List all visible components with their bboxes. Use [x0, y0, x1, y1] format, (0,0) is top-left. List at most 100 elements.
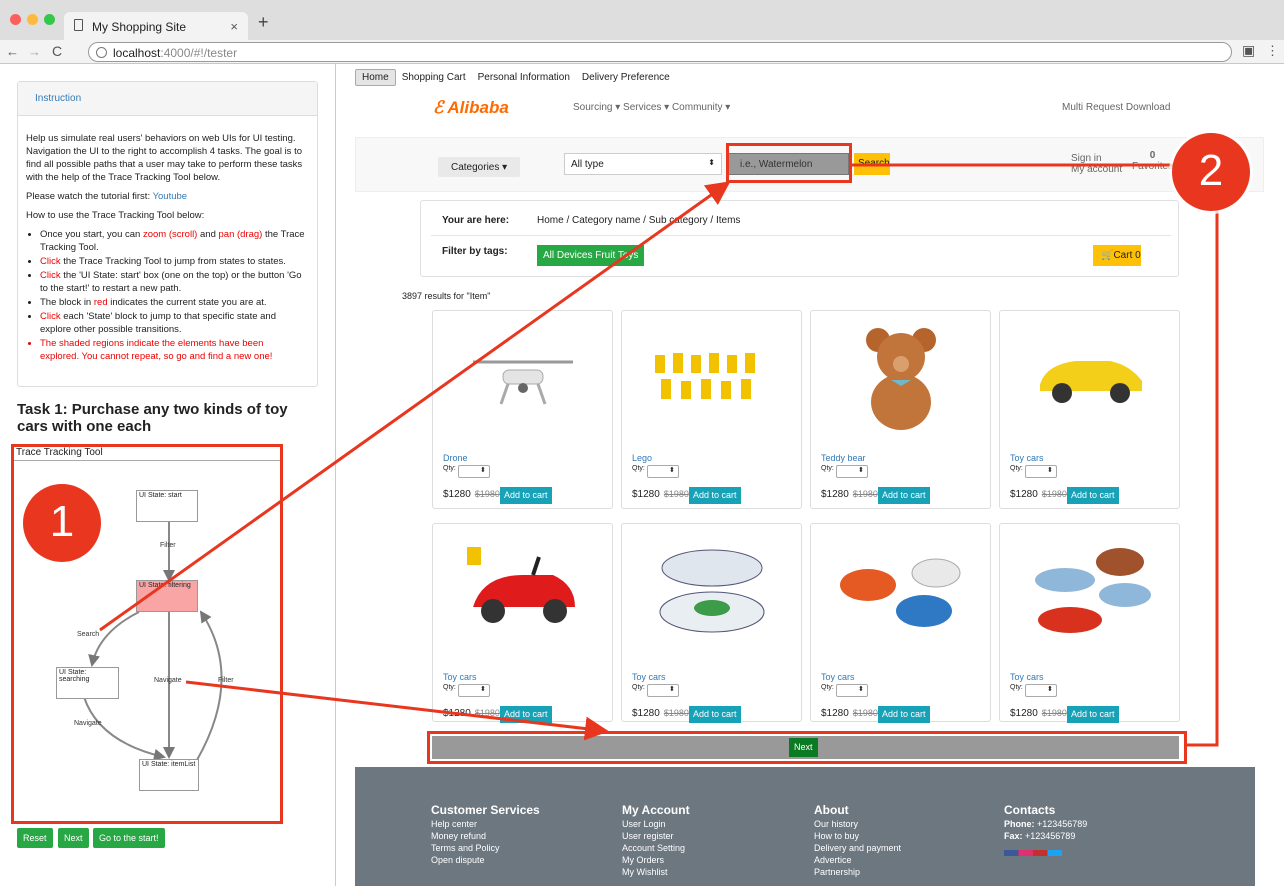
- footer-link[interactable]: Account Setting: [622, 842, 690, 854]
- tag-buttons[interactable]: All Devices Fruit Toys: [537, 245, 645, 266]
- highlight-search-input: [726, 143, 852, 183]
- product-image[interactable]: [453, 534, 593, 646]
- product-image[interactable]: [1020, 534, 1160, 646]
- nav-home[interactable]: Home: [355, 69, 396, 86]
- old-price: $1980: [1041, 708, 1067, 718]
- product-image[interactable]: [831, 321, 971, 433]
- product-image[interactable]: [642, 534, 782, 646]
- highlight: zoom (scroll): [142, 229, 198, 240]
- product-name[interactable]: Teddy bear: [821, 453, 866, 463]
- url-path: :4000/#!/tester: [160, 46, 238, 60]
- qty-select[interactable]: ⬍: [835, 684, 868, 697]
- top-links[interactable]: Multi Request Download: [1062, 102, 1170, 113]
- add-to-cart-button[interactable]: Add to cart: [1067, 706, 1119, 723]
- cart-button[interactable]: 🛒Cart 0: [1093, 245, 1141, 266]
- maximize-window-icon[interactable]: [44, 14, 55, 25]
- back-icon[interactable]: ←: [6, 44, 19, 59]
- qty-select[interactable]: ⬍: [457, 684, 490, 697]
- edge-search: [88, 611, 140, 667]
- new-tab-icon[interactable]: +: [258, 12, 269, 33]
- product-name[interactable]: Lego: [632, 453, 652, 463]
- state-start[interactable]: UI State: start: [136, 490, 198, 522]
- browser-tab[interactable]: My Shopping Site ×: [64, 12, 248, 40]
- close-tab-icon[interactable]: ×: [230, 19, 238, 34]
- qty-select[interactable]: ⬍: [1024, 465, 1057, 478]
- youtube-link[interactable]: Youtube: [153, 191, 188, 202]
- add-to-cart-button[interactable]: Add to cart: [689, 706, 741, 723]
- reset-button[interactable]: Reset: [17, 828, 53, 848]
- search-button[interactable]: Search: [854, 153, 890, 175]
- footer-link[interactable]: Open dispute: [431, 854, 540, 866]
- product-name[interactable]: Toy cars: [443, 672, 477, 682]
- product-card: Toy cars Qty: ⬍ $1280 $1980 Add to cart: [621, 523, 802, 723]
- site-menu[interactable]: Sourcing ▾ Services ▾ Community ▾: [573, 102, 730, 113]
- menu-icon[interactable]: ⋮: [1266, 43, 1279, 59]
- toy-cars-set-icon: [840, 558, 961, 627]
- qty-label: Qty:: [443, 684, 456, 691]
- price-row: $1280 $1980: [1010, 708, 1067, 719]
- social-icons[interactable]: [1004, 850, 1062, 856]
- add-to-cart-button[interactable]: Add to cart: [689, 487, 741, 504]
- qty-label: Qty:: [443, 465, 456, 472]
- signin-link[interactable]: Sign in My account: [1071, 153, 1122, 175]
- footer-link[interactable]: My Orders: [622, 854, 690, 866]
- profile-icon[interactable]: ▣: [1242, 42, 1255, 59]
- footer-link[interactable]: Delivery and payment: [814, 842, 901, 854]
- footer-link[interactable]: Help center: [431, 818, 540, 830]
- url-input[interactable]: localhost:4000/#!/tester: [88, 42, 1232, 62]
- site-info-icon[interactable]: [96, 47, 107, 58]
- product-name[interactable]: Toy cars: [821, 672, 855, 682]
- price: $1280: [443, 489, 471, 500]
- product-name[interactable]: Toy cars: [1010, 453, 1044, 463]
- add-to-cart-button[interactable]: Add to cart: [1067, 487, 1119, 504]
- qty-row: Qty: ⬍: [443, 684, 490, 697]
- product-image[interactable]: [453, 321, 593, 433]
- footer-link[interactable]: Partnership: [814, 866, 901, 878]
- footer-about: About Our history How to buy Delivery and …: [814, 804, 901, 878]
- product-image[interactable]: [831, 534, 971, 646]
- add-to-cart-button[interactable]: Add to cart: [878, 706, 930, 723]
- instruction-intro: Help us simulate real users' behaviors o…: [26, 133, 303, 183]
- footer-link[interactable]: Terms and Policy: [431, 842, 540, 854]
- product-name[interactable]: Drone: [443, 453, 468, 463]
- favorites-link[interactable]: 0 Favorites: [1132, 150, 1173, 172]
- qty-select[interactable]: ⬍: [646, 684, 679, 697]
- nav-personal[interactable]: Personal Information: [472, 70, 576, 85]
- minimize-window-icon[interactable]: [27, 14, 38, 25]
- type-select[interactable]: All type ⬍: [564, 153, 722, 175]
- breadcrumb[interactable]: Home / Category name / Sub category / It…: [537, 215, 740, 226]
- qty-select[interactable]: ⬍: [835, 465, 868, 478]
- edge-label-search: Search: [77, 631, 100, 638]
- product-name[interactable]: Toy cars: [632, 672, 666, 682]
- footer-link[interactable]: My Wishlist: [622, 866, 690, 878]
- product-image[interactable]: [1020, 321, 1160, 433]
- state-searching[interactable]: UI State: searching: [56, 667, 119, 699]
- state-itemlist[interactable]: UI State: itemList: [139, 759, 199, 791]
- reload-icon[interactable]: C: [52, 43, 62, 59]
- footer-link[interactable]: How to buy: [814, 830, 901, 842]
- footer-link[interactable]: User Login: [622, 818, 690, 830]
- state-filtering[interactable]: UI State: filtering: [136, 580, 198, 612]
- footer-link[interactable]: Our history: [814, 818, 901, 830]
- qty-select[interactable]: ⬍: [646, 465, 679, 478]
- add-to-cart-button[interactable]: Add to cart: [878, 487, 930, 504]
- qty-select[interactable]: ⬍: [457, 465, 490, 478]
- go-to-start-button[interactable]: Go to the start!: [93, 828, 165, 848]
- nav-cart[interactable]: Shopping Cart: [396, 70, 472, 85]
- footer-link[interactable]: User register: [622, 830, 690, 842]
- footer-link[interactable]: Money refund: [431, 830, 540, 842]
- nav-delivery[interactable]: Delivery Preference: [576, 70, 676, 85]
- product-name[interactable]: Toy cars: [1010, 672, 1044, 682]
- alibaba-logo[interactable]: ℰ Alibaba: [433, 98, 509, 118]
- close-window-icon[interactable]: [10, 14, 21, 25]
- footer-link[interactable]: Advertice: [814, 854, 901, 866]
- add-to-cart-button[interactable]: Add to cart: [500, 706, 552, 723]
- qty-row: Qty: ⬍: [632, 684, 679, 697]
- product-image[interactable]: [642, 321, 782, 433]
- add-to-cart-button[interactable]: Add to cart: [500, 487, 552, 504]
- categories-dropdown[interactable]: Categories ▾: [438, 157, 520, 177]
- next-button[interactable]: Next: [58, 828, 89, 848]
- qty-select[interactable]: ⬍: [1024, 684, 1057, 697]
- qty-label: Qty:: [821, 684, 834, 691]
- forward-icon[interactable]: →: [28, 44, 41, 59]
